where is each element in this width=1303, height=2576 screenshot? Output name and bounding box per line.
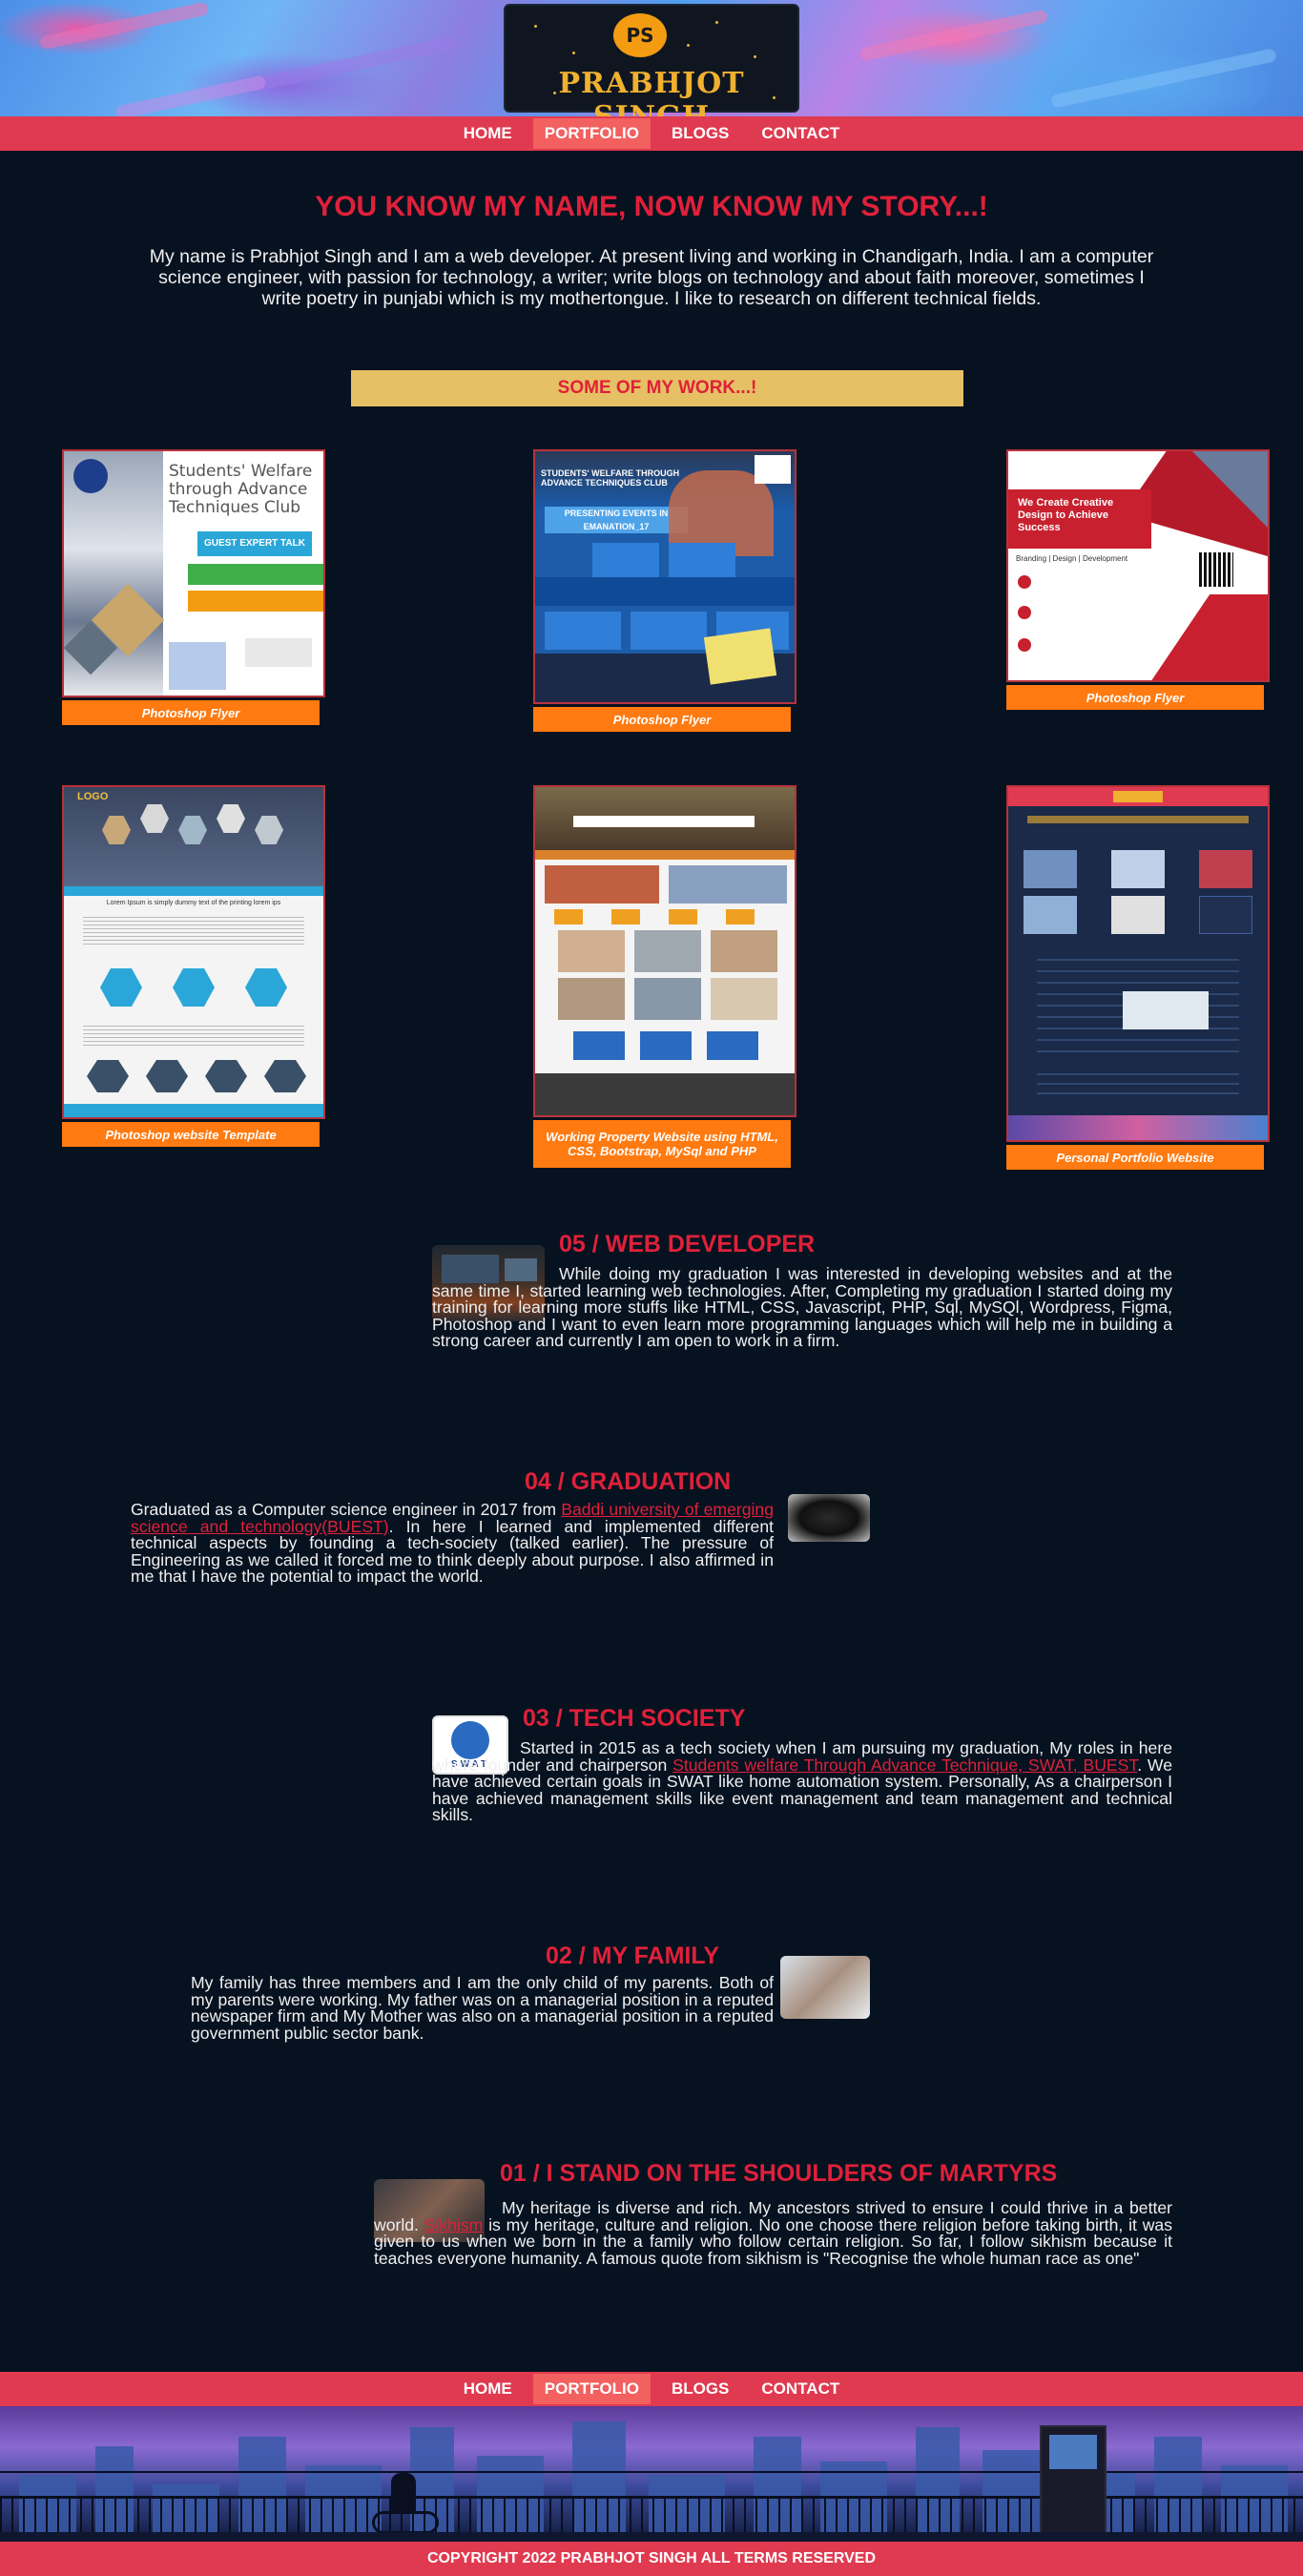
story-title: YOU KNOW MY NAME, NOW KNOW MY STORY...! (315, 191, 988, 222)
section-text: While doing my graduation I was interest… (432, 1264, 1172, 1351)
copyright: COPYRIGHT 2022 PRABHJOT SINGH ALL TERMS … (0, 2542, 1303, 2576)
section-title: 04 / GRADUATION (525, 1468, 732, 1495)
template-headline: Lorem Ipsum is simply dummy text of the … (106, 900, 281, 906)
nav-home[interactable]: HOME (452, 118, 524, 149)
card-caption: Photoshop Flyer (62, 700, 320, 725)
nav-blogs[interactable]: BLOGS (660, 2374, 740, 2404)
card-caption: Personal Portfolio Website (1006, 1145, 1264, 1170)
bottom-nav: HOME PORTFOLIO BLOGS CONTACT (0, 2372, 1303, 2406)
flyer-badge: PRESENTING EVENTS IN EMANATION_17 (545, 507, 688, 533)
top-nav: HOME PORTFOLIO BLOGS CONTACT (0, 116, 1303, 151)
template-thumbnail[interactable]: LOGO Lorem Ipsum is simply dummy text of… (62, 785, 325, 1119)
flyer-thumbnail[interactable]: We Create Creative Design to Achieve Suc… (1006, 449, 1270, 682)
nav-portfolio[interactable]: PORTFOLIO (532, 118, 651, 149)
flyer-thumbnail[interactable]: Students' Welfare through Advance Techni… (62, 449, 325, 697)
logo-name: PRABHJOT SINGH (558, 67, 745, 116)
section-text: My heritage is diverse and rich. My ance… (374, 2198, 1172, 2268)
flyer-thumbnail[interactable]: STUDENTS' WELFARE THROUGH ADVANCE TECHNI… (533, 449, 796, 704)
card-caption: Photoshop Flyer (533, 707, 791, 732)
section-text: Graduated as a Computer science engineer… (131, 1500, 774, 1587)
section-text: My family has three members and I am the… (191, 1973, 774, 2043)
section-title: 01 / I STAND ON THE SHOULDERS OF MARTYRS (500, 2160, 1058, 2187)
website-thumbnail[interactable] (533, 785, 796, 1117)
flyer-title: We Create Creative Design to Achieve Suc… (1018, 497, 1114, 533)
section-text: Started in 2015 as a tech society when I… (432, 1738, 1172, 1825)
site-logo[interactable]: PS PRABHJOT SINGH (506, 6, 797, 116)
flyer-badge: Branding | Design | Development (1016, 554, 1128, 563)
card-caption: Photoshop website Template (62, 1122, 320, 1147)
nav-contact[interactable]: CONTACT (750, 2374, 851, 2404)
logo-initials: PS (613, 13, 667, 57)
card-caption: Working Property Website using HTML, CSS… (533, 1120, 791, 1168)
section-title: 03 / TECH SOCIETY (523, 1705, 746, 1732)
section-title: 05 / WEB DEVELOPER (559, 1231, 816, 1257)
flyer-badge: GUEST EXPERT TALK (197, 531, 312, 556)
footer-city-illustration (0, 2406, 1303, 2542)
card-caption: Photoshop Flyer (1006, 685, 1264, 710)
website-thumbnail[interactable] (1006, 785, 1270, 1142)
nav-home[interactable]: HOME (452, 2374, 524, 2404)
family-image (780, 1956, 870, 2019)
flyer-title: Students' Welfare through Advance Techni… (169, 462, 313, 517)
nav-blogs[interactable]: BLOGS (660, 118, 740, 149)
header-banner: PS PRABHJOT SINGH (0, 0, 1303, 116)
work-heading: SOME OF MY WORK...! (351, 370, 963, 406)
nav-contact[interactable]: CONTACT (750, 118, 851, 149)
nav-portfolio[interactable]: PORTFOLIO (532, 2374, 651, 2404)
section-title: 02 / MY FAMILY (546, 1942, 720, 1969)
template-logo: LOGO (77, 791, 109, 802)
intro-text: My name is Prabhjot Singh and I am a web… (149, 246, 1154, 309)
graduation-cap-image (788, 1494, 870, 1542)
